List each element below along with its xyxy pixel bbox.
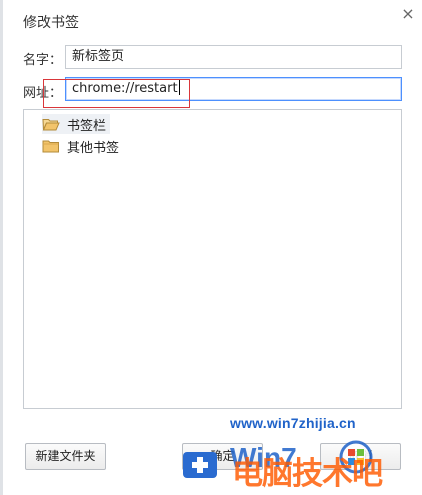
watermark-url: www.win7zhijia.cn (230, 415, 356, 431)
edit-bookmark-dialog: 修改书签 × 名字： 新标签页 网址： chrome://restart 书签栏… (0, 0, 422, 495)
win7-logo-watermark: Win7 (230, 440, 373, 474)
close-icon: × (401, 4, 415, 23)
tree-item-other-bookmarks[interactable]: 其他书签 (42, 136, 123, 156)
tree-item-label: 其他书签 (67, 140, 120, 156)
text-caret (178, 79, 180, 95)
name-field[interactable]: 新标签页 (65, 45, 402, 69)
url-field[interactable]: chrome://restart (65, 77, 402, 101)
tree-item-bookmarks-bar[interactable]: 书签栏 (42, 114, 111, 134)
tree-item-label: 书签栏 (67, 118, 107, 134)
window-edge (0, 0, 3, 495)
new-folder-button[interactable]: 新建文件夹 (25, 443, 106, 470)
url-label: 网址： (23, 86, 63, 101)
dialog-title: 修改书签 (23, 15, 79, 31)
bookmark-folder-tree[interactable]: 书签栏 其他书签 (23, 109, 402, 409)
folder-open-icon (42, 119, 60, 131)
close-button[interactable]: × (398, 5, 418, 23)
name-label: 名字： (23, 53, 63, 68)
url-value: chrome://restart (72, 81, 178, 96)
folder-icon (42, 140, 59, 153)
win7-logo-text: Win7 (230, 442, 297, 473)
